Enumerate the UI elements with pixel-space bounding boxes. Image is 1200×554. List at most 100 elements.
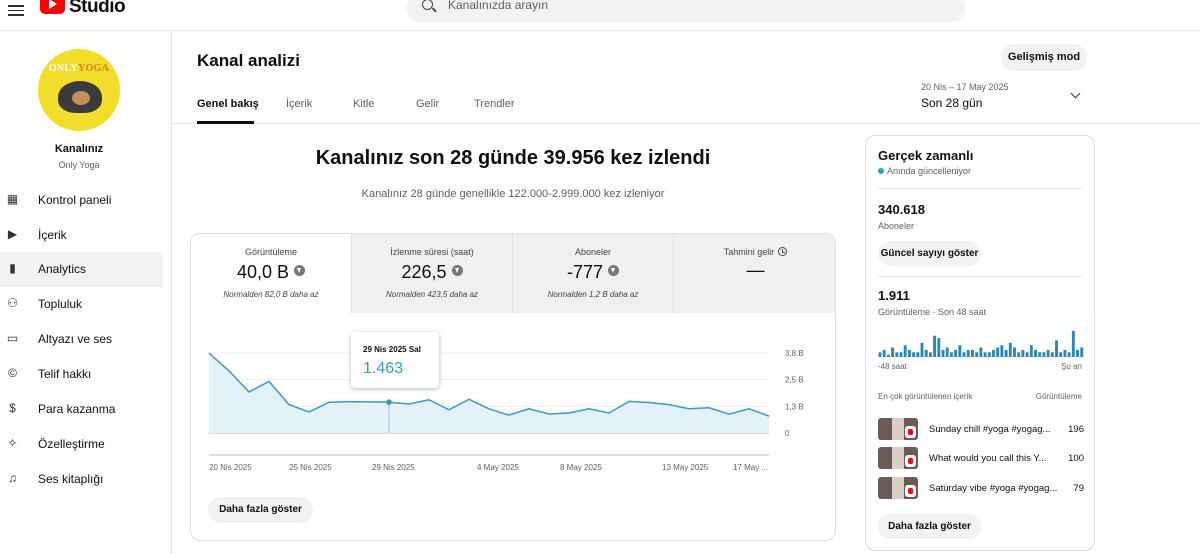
sparkline-bar[interactable] — [958, 345, 962, 357]
sidebar-item-dashboard[interactable]: ▦ Kontrol paneli — [0, 183, 163, 218]
sidebar-item-community[interactable]: ⚇ Topluluk — [0, 287, 163, 322]
sparkline-bar[interactable] — [992, 349, 995, 357]
tab-content[interactable]: İçerik — [286, 98, 312, 110]
sparkline-bar[interactable] — [912, 352, 916, 357]
chevron-down-icon[interactable] — [1070, 88, 1081, 99]
sparkline-bar[interactable] — [987, 352, 991, 357]
sparkline-bar[interactable] — [899, 352, 903, 357]
sparkline-bar[interactable] — [1029, 345, 1033, 357]
shorts-icon — [905, 455, 916, 467]
sparkline-bar[interactable] — [1076, 349, 1079, 357]
advanced-mode-button[interactable]: Gelişmiş mod — [1001, 44, 1087, 71]
sidebar-item-analytics[interactable]: ▮ Analytics — [0, 252, 163, 287]
sparkline-bar[interactable] — [886, 354, 890, 357]
date-range-label[interactable]: Son 28 gün — [921, 96, 982, 110]
search-icon[interactable] — [422, 0, 433, 10]
sparkline-bar[interactable] — [1067, 352, 1071, 357]
sparkline-bar[interactable] — [1046, 349, 1050, 357]
sidebar-item-label: Telif hakkı — [38, 367, 92, 381]
top-views-label: Görüntüleme — [1035, 392, 1082, 401]
realtime-live-label: Anında güncelleniyor — [878, 166, 971, 176]
sparkline-bar[interactable] — [941, 349, 945, 357]
sidebar-item-content[interactable]: ▶ İçerik — [0, 218, 163, 253]
date-range[interactable]: 20 Nis – 17 May 2025 — [921, 82, 1009, 92]
youtube-logo-icon[interactable] — [40, 0, 65, 14]
search-bar[interactable]: Kanalınızda arayın — [406, 0, 966, 22]
sparkline-bar[interactable] — [933, 335, 937, 357]
show-more-button[interactable]: Daha fazla göster — [208, 497, 313, 523]
sparkline-bar[interactable] — [1025, 352, 1029, 357]
sidebar-item-customization[interactable]: ✧ Özelleştirme — [0, 427, 163, 462]
sparkline-bar[interactable] — [1000, 345, 1004, 357]
list-item[interactable]: Saturday vibe #yoga #yogag... 79 — [878, 477, 1084, 503]
sparkline-bar[interactable] — [1017, 352, 1021, 357]
menu-icon[interactable] — [8, 2, 24, 16]
views-chart[interactable]: 3,8 B 2,5 B 1,3 B 0 20 Nis 2025 25 Nis 2025 29… — [191, 313, 836, 493]
sparkline-bar[interactable] — [1038, 352, 1042, 357]
sparkline-bar[interactable] — [1063, 349, 1067, 357]
sparkline-bar[interactable] — [916, 352, 920, 357]
sparkline-bar[interactable] — [1055, 340, 1058, 357]
metric-revenue[interactable]: Tahmini gelir — — [674, 234, 835, 313]
sidebar-item-label: Analytics — [38, 262, 87, 276]
sparkline-bar[interactable] — [878, 352, 882, 357]
hover-point[interactable] — [386, 399, 392, 405]
sparkline-bar[interactable] — [882, 349, 886, 357]
sparkline-bar[interactable] — [945, 347, 949, 357]
sparkline-bar[interactable] — [975, 352, 979, 357]
list-item[interactable]: Sunday chill #yoga #yogag... 196 — [878, 418, 1084, 444]
show-live-count-button[interactable]: Güncel sayıyı göster — [878, 241, 981, 266]
sparkline-bar[interactable] — [996, 347, 1000, 357]
sparkline-bar[interactable] — [924, 349, 928, 357]
sparkline-bar[interactable] — [954, 349, 958, 357]
sparkline-bar[interactable] — [920, 342, 924, 357]
channel-avatar[interactable]: ONLYYOGA — [38, 49, 120, 131]
sparkline-bar[interactable] — [1080, 347, 1084, 357]
tab-divider — [172, 123, 1200, 124]
sparkline-bar[interactable] — [962, 352, 966, 357]
tab-revenue[interactable]: Gelir — [416, 98, 439, 110]
tab-overview[interactable]: Genel bakış — [197, 98, 259, 110]
axis-start-label: -48 saat — [878, 362, 907, 371]
sparkline-bar[interactable] — [1059, 352, 1063, 357]
dollar-icon: $ — [9, 401, 16, 415]
sparkline-bar[interactable] — [1042, 352, 1046, 357]
sparkline-bar[interactable] — [907, 349, 911, 357]
tab-audience[interactable]: Kitle — [353, 98, 374, 110]
search-input[interactable]: Kanalınızda arayın — [448, 0, 548, 12]
sparkline-bar[interactable] — [979, 347, 983, 357]
sparkline-bar[interactable] — [903, 345, 907, 357]
sidebar-item-subtitles[interactable]: ▭ Altyazı ve ses — [0, 322, 163, 357]
sparkline-bar[interactable] — [928, 352, 932, 357]
realtime-sparkline[interactable] — [878, 329, 1084, 357]
sparkline-bar[interactable] — [970, 349, 974, 357]
tooltip-value: 1.463 — [363, 360, 404, 377]
sparkline-bar[interactable] — [1008, 342, 1012, 357]
sparkline-bar[interactable] — [891, 347, 895, 357]
sidebar-item-label: Para kazanma — [38, 402, 116, 416]
sparkline-bar[interactable] — [966, 349, 970, 357]
metric-watch-time[interactable]: İzlenme süresi (saat) 226,5 Normalden 42… — [352, 234, 513, 313]
sparkline-bar[interactable] — [895, 352, 899, 357]
list-item[interactable]: What would you call this Y... 100 — [878, 447, 1084, 473]
sparkline-bar[interactable] — [1034, 349, 1037, 357]
tab-trends[interactable]: Trendler — [474, 98, 515, 110]
sparkline-bar[interactable] — [983, 352, 987, 357]
sparkline-bar[interactable] — [1050, 352, 1054, 357]
divider — [878, 188, 1082, 189]
sparkline-bar[interactable] — [1013, 347, 1016, 357]
sparkline-bar[interactable] — [949, 352, 953, 357]
studio-logo-text[interactable]: Studio — [69, 0, 126, 18]
x-tick-label: 20 Nis 2025 — [209, 463, 252, 472]
sparkline-bar[interactable] — [937, 338, 941, 357]
metric-views[interactable]: Görüntüleme 40,0 B Normalden 82,0 B daha… — [191, 234, 352, 313]
sidebar-item-label: Topluluk — [38, 297, 83, 311]
sparkline-bar[interactable] — [1071, 331, 1075, 357]
metric-subscribers[interactable]: Aboneler -777 Normalden 1,2 B daha az — [513, 234, 674, 313]
sidebar-item-monetization[interactable]: $ Para kazanma — [0, 392, 163, 427]
sparkline-bar[interactable] — [1004, 349, 1008, 357]
sparkline-bar[interactable] — [1021, 349, 1025, 357]
show-more-button[interactable]: Daha fazla göster — [878, 514, 981, 539]
sidebar-item-audio-library[interactable]: ♫ Ses kitaplığı — [0, 462, 163, 497]
sidebar-item-copyright[interactable]: © Telif hakkı — [0, 357, 163, 392]
